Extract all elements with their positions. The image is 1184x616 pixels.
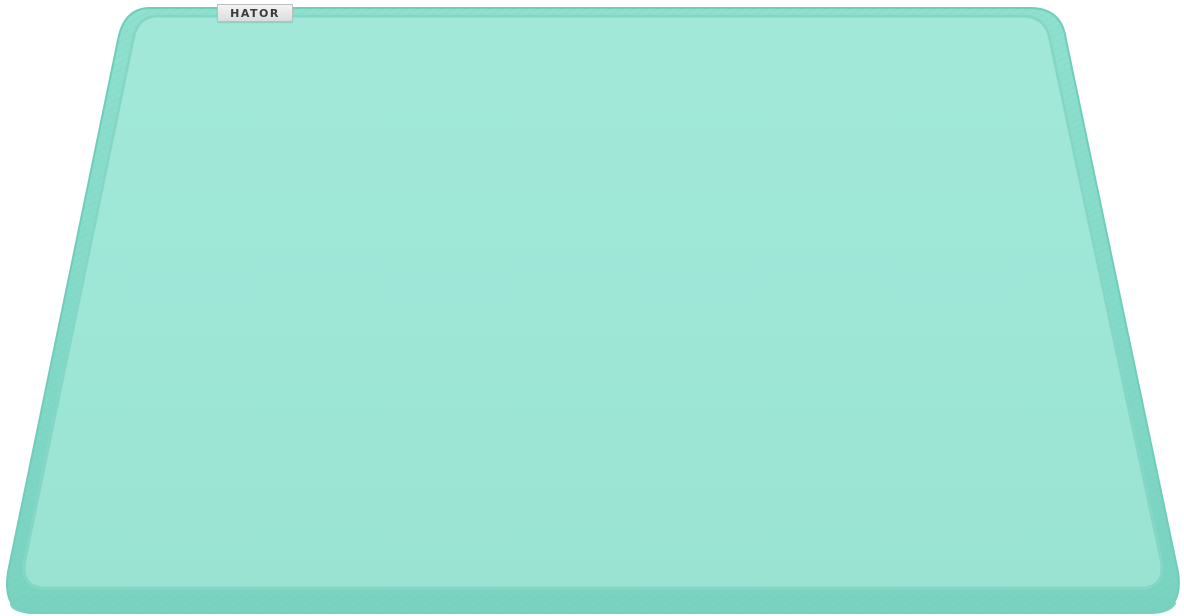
product-image: HATOR: [0, 0, 1184, 616]
mousepad-icon: [6, 7, 1180, 614]
brand-tag: HATOR: [217, 4, 293, 22]
brand-label: HATOR: [230, 6, 280, 20]
pad-surface: [22, 14, 1164, 590]
